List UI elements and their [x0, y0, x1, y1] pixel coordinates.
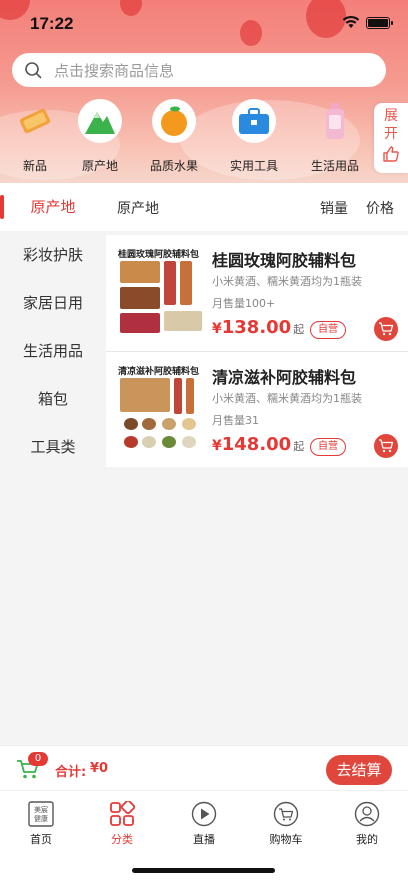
- tab-cart[interactable]: 购物车: [245, 797, 327, 847]
- total-value: ¥0: [90, 761, 109, 776]
- cart-icon: [273, 801, 299, 827]
- cart-icon: [379, 439, 394, 453]
- orange-fruit-icon: [152, 99, 196, 143]
- product-desc: 小米黄酒、糯米黄酒均为1瓶装: [212, 275, 362, 288]
- tab-label: 我的: [356, 833, 378, 846]
- cart-count-badge: 0: [28, 752, 48, 766]
- status-time: 17:22: [30, 14, 74, 33]
- price-value: 138.00: [221, 317, 292, 338]
- svg-text:美宸: 美宸: [34, 805, 48, 814]
- filter-current-category[interactable]: 原产地: [117, 198, 159, 218]
- sidebar-item-makeup[interactable]: 彩妆护肤: [0, 231, 106, 279]
- price-value: 148.00: [221, 434, 292, 455]
- home-indicator: [132, 868, 275, 873]
- expand-button[interactable]: 展 开: [374, 103, 408, 173]
- category-label: 原产地: [81, 159, 118, 173]
- category-label: 新品: [22, 159, 47, 173]
- sidebar-item-daily[interactable]: 生活用品: [0, 327, 106, 375]
- tab-label: 购物车: [269, 833, 303, 846]
- mountain-icon: [78, 99, 122, 143]
- category-daily[interactable]: 生活用品: [300, 97, 370, 177]
- play-icon: [191, 801, 217, 827]
- sidebar-item-bags[interactable]: 箱包: [0, 375, 106, 423]
- search-placeholder: 点击搜索商品信息: [54, 61, 175, 80]
- tab-live[interactable]: 直播: [163, 797, 245, 847]
- add-to-cart-button[interactable]: [374, 434, 398, 458]
- sort-by-price[interactable]: 价格: [366, 198, 394, 218]
- header-banner: 17:22 点击搜索商品信息 新品 原产地 品质水果 实用工具 生活用品 展 开: [0, 0, 408, 183]
- product-image-caption: 桂圆玫瑰阿胶辅料包: [118, 250, 200, 260]
- sort-by-sales[interactable]: 销量: [320, 198, 348, 218]
- sidebar-item-household[interactable]: 家居日用: [0, 279, 106, 327]
- category-new[interactable]: 新品: [0, 97, 70, 177]
- product-card[interactable]: 清凉滋补阿胶辅料包 清凉滋补阿胶辅料包 小米黄酒、糯米黄酒均为1瓶装 月售量31…: [106, 351, 408, 467]
- cart-icon: [379, 322, 394, 336]
- product-price: ¥138.00 起: [212, 317, 304, 338]
- product-desc: 小米黄酒、糯米黄酒均为1瓶装: [212, 392, 362, 405]
- product-price: ¥148.00 起: [212, 434, 304, 455]
- product-sales: 月售量100+: [212, 297, 276, 310]
- product-sales: 月售量31: [212, 414, 259, 427]
- tab-label: 分类: [111, 833, 133, 846]
- home-logo-icon: 美宸 健康: [28, 801, 54, 827]
- expand-label: 开: [384, 126, 398, 142]
- category-label: 实用工具: [229, 159, 278, 173]
- wifi-icon: [342, 15, 360, 28]
- tab-category[interactable]: 分类: [81, 797, 163, 847]
- category-sidebar: 原产地 彩妆护肤 家居日用 生活用品 箱包 工具类: [0, 183, 106, 745]
- toolbox-icon: [232, 99, 276, 143]
- price-currency: ¥: [212, 438, 222, 454]
- sidebar-item-origin[interactable]: 原产地: [0, 183, 106, 231]
- search-icon: [25, 62, 42, 79]
- price-suffix: 起: [293, 440, 305, 453]
- product-title: 桂圆玫瑰阿胶辅料包: [212, 251, 357, 270]
- total-label: 合计:: [55, 765, 87, 780]
- tab-label: 首页: [30, 833, 52, 846]
- expand-label: 展: [384, 108, 398, 124]
- lotion-bottle-icon: [313, 99, 357, 143]
- battery-icon: [366, 17, 393, 29]
- status-bar: 17:22: [0, 0, 408, 48]
- sidebar-item-tools[interactable]: 工具类: [0, 423, 106, 471]
- price-currency: ¥: [212, 321, 222, 337]
- category-fruit[interactable]: 品质水果: [139, 97, 209, 177]
- category-row: 新品 原产地 品质水果 实用工具 生活用品: [0, 97, 370, 177]
- category-label: 生活用品: [310, 159, 359, 173]
- product-image: 清凉滋补阿胶辅料包: [118, 364, 204, 450]
- product-card[interactable]: 桂圆玫瑰阿胶辅料包 桂圆玫瑰阿胶辅料包 小米黄酒、糯米黄酒均为1瓶装 月售量10…: [106, 235, 408, 351]
- new-tag-icon: [13, 99, 57, 143]
- product-image-caption: 清凉滋补阿胶辅料包: [118, 367, 200, 377]
- tab-home[interactable]: 美宸 健康 首页: [0, 797, 82, 847]
- tab-label: 直播: [193, 833, 215, 846]
- tab-mine[interactable]: 我的: [326, 797, 408, 847]
- add-to-cart-button[interactable]: [374, 317, 398, 341]
- thumbs-up-icon: [383, 146, 399, 162]
- self-operated-badge: 自营: [310, 321, 346, 339]
- self-operated-badge: 自营: [310, 438, 346, 456]
- checkout-bar: 0 合计: ¥0 去结算: [0, 745, 408, 790]
- category-origin[interactable]: 原产地: [65, 97, 135, 177]
- product-title: 清凉滋补阿胶辅料包: [212, 368, 357, 387]
- category-grid-icon: [110, 801, 135, 826]
- svg-text:健康: 健康: [34, 814, 48, 823]
- category-tools[interactable]: 实用工具: [219, 97, 289, 177]
- filter-bar: 原产地 销量 价格: [106, 183, 408, 231]
- checkout-button[interactable]: 去结算: [326, 755, 392, 785]
- search-bar[interactable]: 点击搜索商品信息: [12, 53, 386, 87]
- price-suffix: 起: [293, 323, 305, 336]
- user-icon: [354, 801, 380, 827]
- category-label: 品质水果: [149, 159, 198, 173]
- product-image: 桂圆玫瑰阿胶辅料包: [118, 247, 204, 333]
